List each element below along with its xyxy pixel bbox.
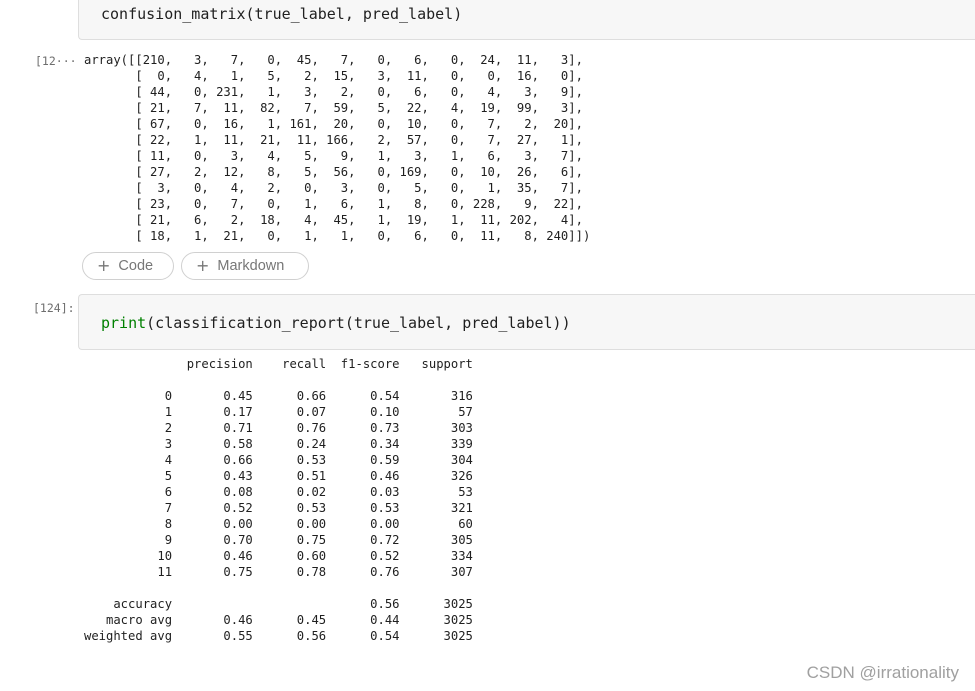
code-cell-input-1[interactable]: confusion_matrix(true_label, pred_label) — [78, 0, 975, 40]
watermark: CSDN @irrationality — [806, 663, 959, 682]
code-arguments: (classification_report(true_label, pred_… — [146, 314, 571, 332]
code-cell-input-2[interactable]: print(classification_report(true_label, … — [78, 294, 975, 350]
builtin-function-name: print — [101, 314, 147, 332]
add-markdown-cell-button[interactable]: + Markdown — [181, 252, 309, 280]
add-markdown-label: Markdown — [217, 258, 285, 274]
classification-report-output: precision recall f1-score support 0 0.45… — [84, 357, 473, 643]
cell-source-code: print(classification_report(true_label, … — [101, 314, 571, 332]
cell-source-code: confusion_matrix(true_label, pred_label) — [101, 5, 463, 23]
plus-icon: + — [196, 256, 210, 275]
add-code-cell-button[interactable]: + Code — [82, 252, 174, 280]
output-prompt[interactable]: [12··· — [35, 54, 77, 68]
add-code-label: Code — [118, 258, 154, 274]
execution-count-prompt: [124]: — [33, 301, 75, 315]
confusion-matrix-output: array([[210, 3, 7, 0, 45, 7, 0, 6, 0, 24… — [84, 53, 591, 243]
plus-icon: + — [97, 256, 111, 275]
